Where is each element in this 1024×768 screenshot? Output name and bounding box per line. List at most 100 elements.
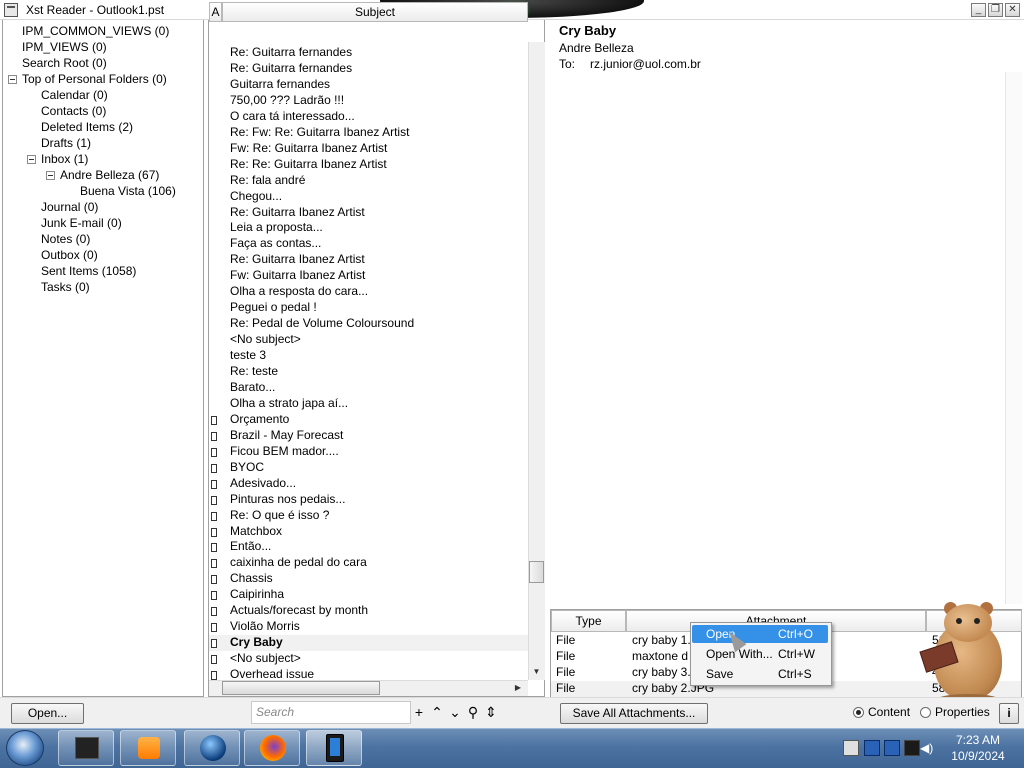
message-row[interactable]: Orçamento: [209, 412, 528, 428]
folder-item[interactable]: IPM_VIEWS (0): [22, 40, 107, 54]
message-row[interactable]: caixinha de pedal do cara: [209, 555, 528, 571]
folder-item[interactable]: Notes (0): [41, 232, 90, 246]
message-row[interactable]: Pinturas nos pedais...: [209, 492, 528, 508]
attachment-name-cell[interactable]: cry baby 1.: [632, 633, 691, 647]
message-row[interactable]: Olha a strato japa aí...: [209, 396, 528, 412]
column-header-subject[interactable]: Subject: [222, 2, 528, 22]
tree-collapse-icon[interactable]: [8, 75, 17, 84]
message-row[interactable]: Então...: [209, 539, 528, 555]
message-row[interactable]: Actuals/forecast by month: [209, 603, 528, 619]
taskbar-media-player-button[interactable]: [120, 730, 176, 766]
view-properties-radio[interactable]: [920, 707, 931, 718]
message-row[interactable]: Guitarra fernandes: [209, 77, 528, 93]
scroll-right-arrow-icon[interactable]: ▶: [511, 682, 525, 694]
message-row[interactable]: Peguei o pedal !: [209, 300, 528, 316]
context-menu-item-open[interactable]: Open Ctrl+O: [692, 625, 828, 643]
taskbar-clock[interactable]: 7:23 AM 10/9/2024: [936, 732, 1020, 764]
folder-item[interactable]: Outbox (0): [41, 248, 98, 262]
message-row[interactable]: <No subject>: [209, 651, 528, 667]
message-row[interactable]: Fw: Guitarra Ibanez Artist: [209, 268, 528, 284]
message-row[interactable]: Olha a resposta do cara...: [209, 284, 528, 300]
folder-item[interactable]: Drafts (1): [41, 136, 91, 150]
show-desktop-icon[interactable]: [843, 740, 859, 756]
add-icon[interactable]: +: [411, 703, 427, 721]
tree-collapse-icon[interactable]: [46, 171, 55, 180]
folder-item[interactable]: Buena Vista (106): [80, 184, 176, 198]
folder-item[interactable]: Andre Belleza (67): [60, 168, 159, 182]
folder-item[interactable]: Calendar (0): [41, 88, 108, 102]
folder-item[interactable]: Sent Items (1058): [41, 264, 136, 278]
message-row-selected[interactable]: Cry Baby: [209, 635, 528, 651]
minimize-button[interactable]: _: [971, 3, 986, 17]
message-row[interactable]: Matchbox: [209, 524, 528, 540]
message-row[interactable]: Chegou...: [209, 189, 528, 205]
save-all-attachments-button[interactable]: Save All Attachments...: [560, 703, 708, 724]
attachment-type-cell[interactable]: File: [556, 649, 575, 663]
message-row[interactable]: O cara tá interessado...: [209, 109, 528, 125]
message-row[interactable]: Faça as contas...: [209, 236, 528, 252]
taskbar-xst-reader-button[interactable]: [306, 730, 362, 766]
folder-item[interactable]: Deleted Items (2): [41, 120, 133, 134]
message-row[interactable]: Re: Guitarra Ibanez Artist: [209, 205, 528, 221]
network-icon[interactable]: [884, 740, 900, 756]
context-menu-item-open-with[interactable]: Open With... Ctrl+W: [692, 645, 828, 663]
message-list-scroll-thumb[interactable]: [529, 561, 544, 583]
message-row[interactable]: <No subject>: [209, 332, 528, 348]
message-row[interactable]: Re: teste: [209, 364, 528, 380]
open-button[interactable]: Open...: [11, 703, 84, 724]
message-row[interactable]: Adesivado...: [209, 476, 528, 492]
message-row[interactable]: BYOC: [209, 460, 528, 476]
folder-item[interactable]: Junk E-mail (0): [41, 216, 122, 230]
search-input[interactable]: Search: [251, 701, 411, 724]
folder-item[interactable]: Journal (0): [41, 200, 98, 214]
horizontal-scroll-thumb[interactable]: [222, 681, 380, 695]
scroll-down-arrow-icon[interactable]: ▼: [529, 666, 544, 679]
info-button[interactable]: i: [999, 703, 1019, 724]
message-row[interactable]: Violão Morris: [209, 619, 528, 635]
tree-collapse-icon[interactable]: [27, 155, 36, 164]
attachment-type-cell[interactable]: File: [556, 665, 575, 679]
taskbar-globe-button[interactable]: [184, 730, 240, 766]
message-row[interactable]: Re: Re: Guitarra Ibanez Artist: [209, 157, 528, 173]
view-content-radio[interactable]: [853, 707, 864, 718]
message-row[interactable]: Barato...: [209, 380, 528, 396]
message-row[interactable]: Chassis: [209, 571, 528, 587]
message-row[interactable]: 750,00 ??? Ladrão !!!: [209, 93, 528, 109]
restore-button[interactable]: ❐: [988, 3, 1003, 17]
attachment-name-cell[interactable]: cry baby 3.: [632, 665, 691, 679]
attachment-type-cell[interactable]: File: [556, 681, 575, 695]
close-button[interactable]: ✕: [1005, 3, 1020, 17]
next-result-icon[interactable]: ⌄: [447, 703, 463, 721]
message-row[interactable]: Re: O que é isso ?: [209, 508, 528, 524]
volume-icon[interactable]: ◀): [920, 740, 936, 756]
message-row[interactable]: Caipirinha: [209, 587, 528, 603]
message-row[interactable]: Leia a proposta...: [209, 220, 528, 236]
folder-item[interactable]: Top of Personal Folders (0): [22, 72, 167, 86]
attachment-column-type[interactable]: Type: [551, 610, 626, 632]
taskbar-firefox-button[interactable]: [244, 730, 300, 766]
message-row[interactable]: Re: Guitarra Ibanez Artist: [209, 252, 528, 268]
message-row[interactable]: Re: Pedal de Volume Coloursound: [209, 316, 528, 332]
message-row[interactable]: Re: Guitarra fernandes: [209, 61, 528, 77]
message-row[interactable]: Brazil - May Forecast: [209, 428, 528, 444]
message-row[interactable]: Fw: Re: Guitarra Ibanez Artist: [209, 141, 528, 157]
attachment-name-cell[interactable]: maxtone d: [632, 649, 688, 663]
folder-item[interactable]: Tasks (0): [41, 280, 90, 294]
message-row[interactable]: teste 3: [209, 348, 528, 364]
start-button[interactable]: [6, 730, 44, 766]
folder-item[interactable]: Search Root (0): [22, 56, 107, 70]
reading-pane-scrollbar[interactable]: [1005, 72, 1022, 604]
folder-item[interactable]: IPM_COMMON_VIEWS (0): [22, 24, 169, 38]
sort-icon[interactable]: ⇕: [483, 703, 499, 721]
action-center-icon[interactable]: [864, 740, 880, 756]
message-row[interactable]: Re: Fw: Re: Guitarra Ibanez Artist: [209, 125, 528, 141]
message-row[interactable]: Re: Guitarra fernandes: [209, 45, 528, 61]
context-menu-item-save[interactable]: Save Ctrl+S: [692, 665, 828, 683]
column-header-attachment[interactable]: A: [209, 2, 222, 22]
attachment-type-cell[interactable]: File: [556, 633, 575, 647]
folder-item[interactable]: Inbox (1): [41, 152, 88, 166]
message-row[interactable]: Ficou BEM mador....: [209, 444, 528, 460]
taskbar-terminal-button[interactable]: [58, 730, 114, 766]
previous-result-icon[interactable]: ⌃: [429, 703, 445, 721]
message-list-vertical-scrollbar[interactable]: [528, 42, 545, 680]
